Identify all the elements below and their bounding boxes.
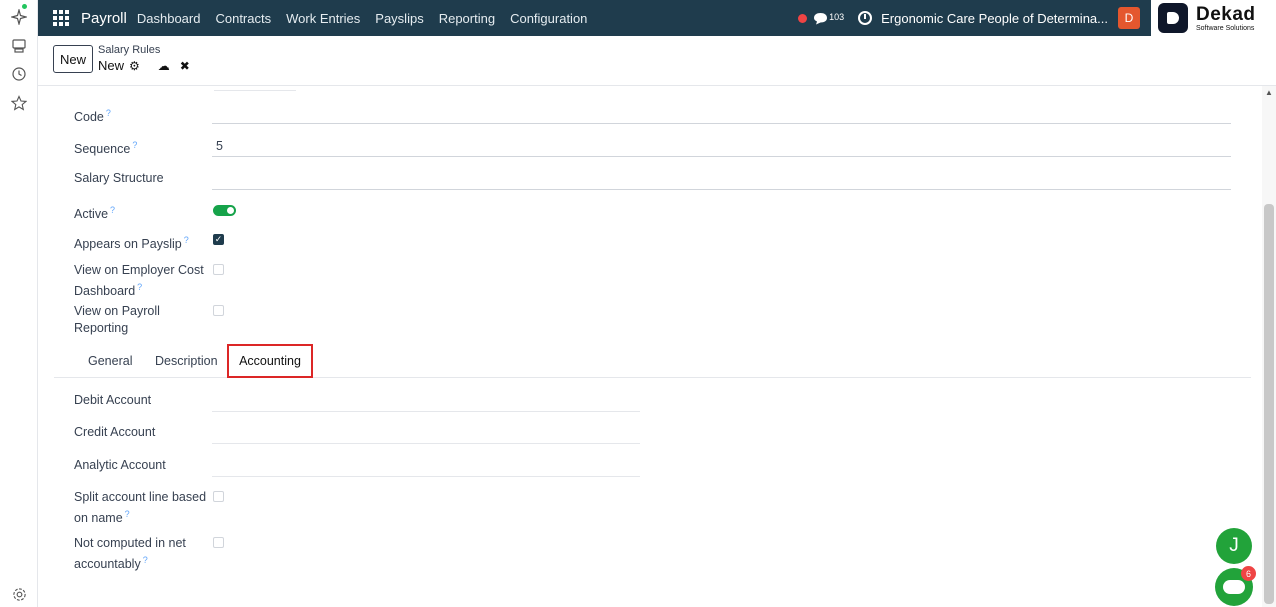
menu-payslips[interactable]: Payslips	[375, 11, 423, 26]
top-navbar: Payroll Dashboard Contracts Work Entries…	[38, 0, 1276, 36]
credit-account-input[interactable]	[212, 423, 640, 444]
tab-description[interactable]: Description	[155, 354, 218, 368]
help-icon[interactable]: ?	[137, 282, 142, 292]
menu-reporting[interactable]: Reporting	[439, 11, 495, 26]
not-computed-checkbox[interactable]	[213, 537, 224, 548]
tab-accounting[interactable]: Accounting	[227, 344, 313, 378]
sequence-input[interactable]: 5	[212, 136, 1231, 157]
monitor-icon[interactable]	[10, 37, 28, 55]
status-dot[interactable]	[798, 13, 808, 23]
split-account-label: Split account line based on name?	[74, 490, 207, 526]
employer-cost-checkbox[interactable]	[213, 264, 224, 275]
breadcrumb-salary-rules[interactable]: Salary Rules	[98, 45, 190, 56]
debit-account-input[interactable]	[212, 391, 640, 412]
sparkle-icon[interactable]	[10, 8, 28, 26]
chat-icon	[814, 12, 828, 24]
main-menu: Dashboard Contracts Work Entries Payslip…	[137, 11, 588, 26]
code-input[interactable]	[212, 103, 1231, 124]
menu-dashboard[interactable]: Dashboard	[137, 11, 201, 26]
rule-name-field[interactable]	[214, 86, 296, 91]
salary-structure-label: Salary Structure	[74, 171, 164, 185]
gear-icon[interactable]: ⚙	[129, 60, 140, 72]
clock-icon[interactable]	[10, 65, 28, 83]
activity-clock-icon[interactable]	[858, 11, 873, 25]
form-sheet: Code? Sequence? 5 Salary Structure Activ…	[54, 86, 1251, 607]
discard-icon[interactable]: ✖	[180, 60, 190, 72]
bot-icon	[1223, 580, 1245, 594]
code-label: Code?	[74, 108, 111, 125]
scrollbar-thumb[interactable]	[1264, 204, 1274, 604]
split-account-checkbox[interactable]	[213, 491, 224, 502]
menu-configuration[interactable]: Configuration	[510, 11, 587, 26]
help-icon[interactable]: ?	[125, 509, 130, 519]
employer-cost-label: View on Employer Cost Dashboard?	[74, 263, 204, 299]
left-rail	[0, 0, 38, 607]
messages-button[interactable]: 103	[813, 12, 844, 25]
user-avatar[interactable]: D	[1118, 7, 1140, 29]
help-icon[interactable]: ?	[184, 235, 189, 245]
company-switcher[interactable]: Ergonomic Care People of Determina...	[881, 11, 1108, 26]
dekad-logo: Dekad Software Solutions	[1151, 0, 1276, 36]
message-count: 103	[829, 11, 845, 22]
settings-icon[interactable]	[10, 585, 28, 603]
active-label: Active?	[74, 205, 116, 222]
not-computed-label: Not computed in net accountably?	[74, 536, 186, 572]
bot-badge: 6	[1241, 566, 1256, 581]
breadcrumb: Salary Rules New ⚙ ☁ ✖	[98, 45, 190, 73]
apps-grid-icon[interactable]	[53, 10, 69, 26]
star-icon[interactable]	[10, 94, 28, 112]
sequence-label: Sequence?	[74, 140, 138, 157]
form-scrollbar[interactable]: ▲	[1262, 86, 1276, 607]
notebook-tabs: General Description Accounting	[54, 344, 1251, 378]
appears-on-payslip-checkbox[interactable]: ✓	[213, 234, 224, 245]
menu-contracts[interactable]: Contracts	[215, 11, 271, 26]
help-icon[interactable]: ?	[132, 140, 137, 150]
app-name[interactable]: Payroll	[81, 10, 127, 27]
nav-right: 103 Ergonomic Care People of Determina..…	[798, 0, 1276, 36]
logo-tagline: Software Solutions	[1196, 24, 1255, 32]
scroll-up-icon[interactable]: ▲	[1265, 88, 1273, 97]
help-icon[interactable]: ?	[110, 205, 115, 215]
payroll-reporting-checkbox[interactable]	[213, 305, 224, 316]
help-icon[interactable]: ?	[143, 555, 148, 565]
record-name: New	[98, 58, 125, 73]
analytic-account-input[interactable]	[212, 456, 640, 477]
debit-account-label: Debit Account	[74, 393, 152, 407]
tab-general[interactable]: General	[88, 354, 132, 368]
active-toggle[interactable]	[213, 205, 236, 216]
chat-avatar-button[interactable]: J	[1216, 528, 1252, 564]
salary-structure-input[interactable]	[212, 169, 1231, 190]
analytic-account-label: Analytic Account	[74, 458, 166, 472]
logo-name: Dekad	[1196, 3, 1256, 25]
save-cloud-icon[interactable]: ☁	[158, 60, 170, 72]
dekad-logo-icon	[1158, 3, 1188, 33]
credit-account-label: Credit Account	[74, 425, 156, 439]
menu-work-entries[interactable]: Work Entries	[286, 11, 360, 26]
control-panel: New Salary Rules New ⚙ ☁ ✖	[38, 36, 1276, 86]
livechat-bot-button[interactable]: 6	[1215, 566, 1256, 606]
payroll-reporting-label: View on Payroll Reporting	[74, 304, 160, 335]
online-dot	[22, 4, 27, 9]
new-button[interactable]: New	[53, 45, 93, 73]
help-icon[interactable]: ?	[106, 108, 111, 118]
appears-on-payslip-label: Appears on Payslip?	[74, 235, 189, 252]
